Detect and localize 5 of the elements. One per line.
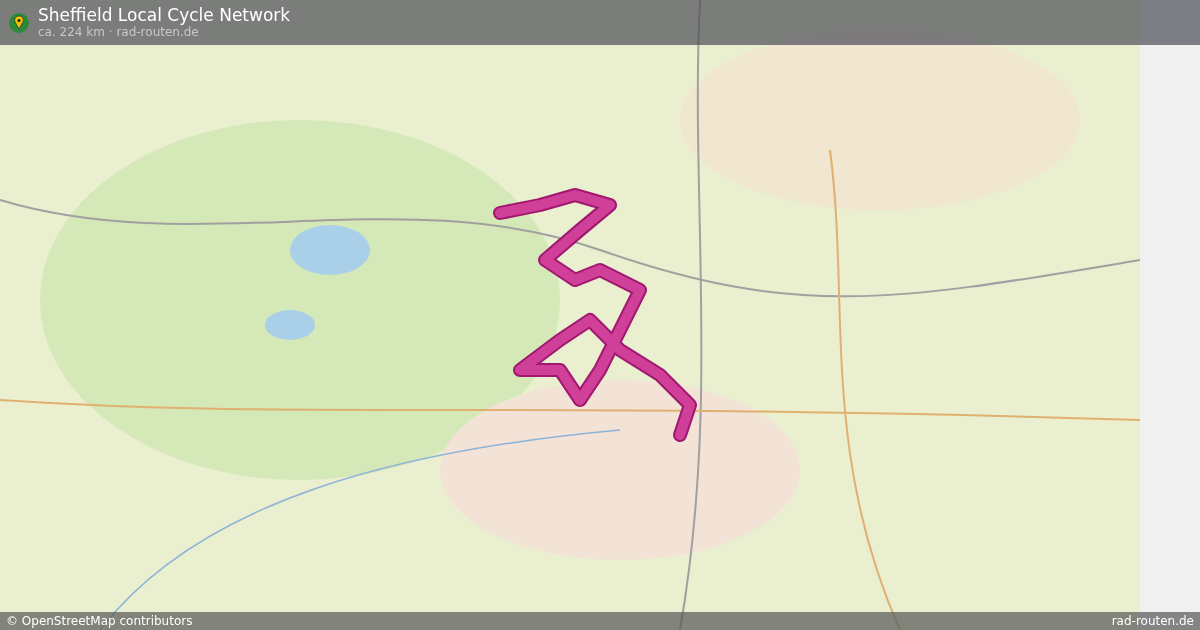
- route-title: Sheffield Local Cycle Network: [38, 5, 291, 25]
- route-subtitle: ca. 224 km · rad-routen.de: [38, 25, 200, 40]
- site-name: rad-routen.de: [1111, 614, 1194, 628]
- map-pin-icon: [8, 11, 30, 34]
- map-attribution: © OpenStreetMap contributors: [6, 614, 193, 628]
